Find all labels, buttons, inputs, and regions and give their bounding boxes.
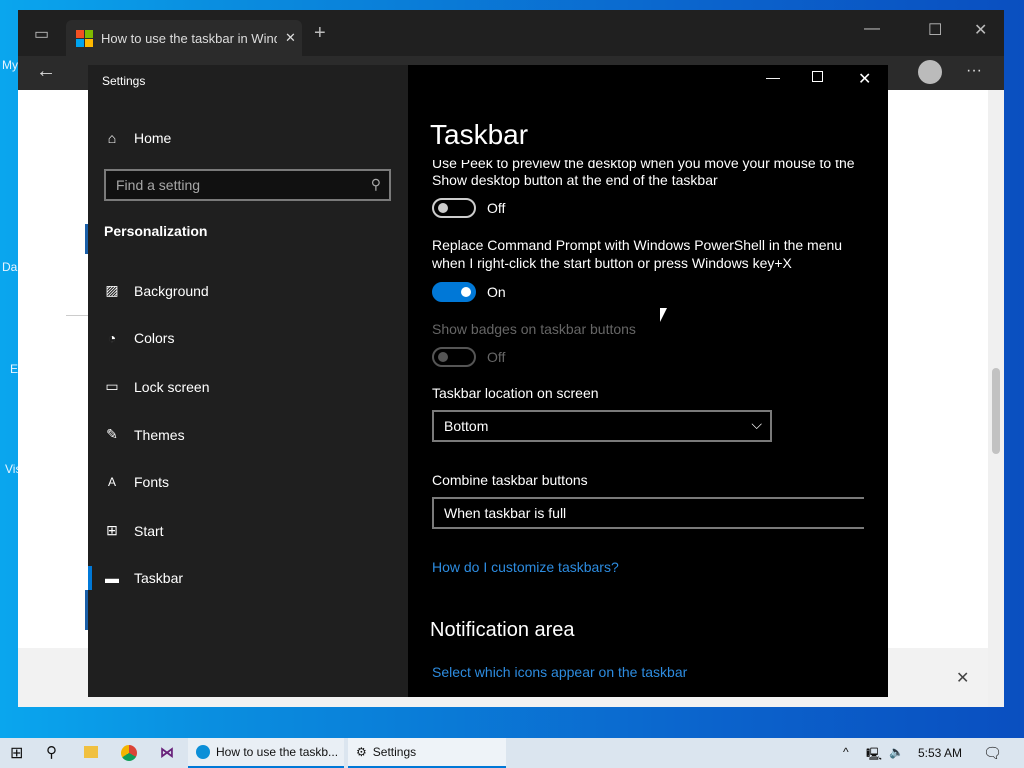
browser-tab[interactable]: How to use the taskbar in Windo ✕	[66, 20, 302, 56]
badges-toggle[interactable]	[432, 347, 476, 367]
file-explorer-icon[interactable]	[84, 746, 98, 758]
nav-fonts[interactable]: A Fonts	[104, 474, 169, 490]
maximize-icon[interactable]	[812, 71, 823, 82]
powershell-label-line2: when I right-click the start button or p…	[432, 255, 792, 271]
minimize-icon[interactable]: —	[766, 69, 780, 85]
profile-avatar[interactable]	[918, 60, 942, 84]
close-icon[interactable]: ✕	[974, 20, 987, 40]
nav-label: Colors	[134, 330, 175, 346]
peek-label-line2: Show desktop button at the end of the ta…	[432, 172, 718, 188]
location-value: Bottom	[444, 418, 489, 434]
mouse-cursor	[660, 308, 667, 322]
help-link[interactable]: How do I customize taskbars?	[432, 559, 619, 575]
back-icon[interactable]: ←	[36, 60, 56, 83]
settings-window: Settings ⌂ Home Find a setting ⚲ Persona…	[88, 65, 888, 697]
peek-state: Off	[487, 200, 506, 216]
window-title: Settings	[102, 74, 146, 88]
themes-icon: ✎	[106, 426, 118, 442]
settings-task-label: Settings	[372, 745, 417, 759]
nav-start[interactable]: ⊞ Start	[104, 522, 164, 539]
search-input[interactable]: Find a setting ⚲	[104, 169, 391, 201]
search-icon[interactable]: ⚲	[46, 743, 57, 761]
tab-actions-icon[interactable]: ▭	[34, 24, 49, 44]
home-icon: ⌂	[107, 130, 117, 146]
badges-label: Show badges on taskbar buttons	[432, 321, 636, 337]
microsoft-logo-icon	[76, 29, 93, 47]
nav-label: Themes	[134, 426, 185, 443]
nav-label: Start	[134, 522, 164, 539]
badges-state: Off	[487, 349, 506, 365]
nav-label: Taskbar	[134, 570, 184, 586]
notification-heading: Notification area	[430, 619, 575, 641]
nav-colors[interactable]: ◔ Colors	[104, 330, 175, 346]
minimize-icon[interactable]: —	[864, 20, 880, 38]
powershell-state: On	[487, 284, 506, 300]
maximize-icon[interactable]: ☐	[928, 20, 942, 40]
visual-studio-icon[interactable]: ⋈	[160, 744, 174, 761]
scrollbar-thumb[interactable]	[992, 368, 1000, 454]
new-tab-button[interactable]: +	[314, 22, 326, 45]
lock-screen-icon: ▭	[105, 378, 119, 394]
chevron-down-icon: ⌵	[751, 416, 762, 432]
edge-task-label: How to use the taskb...	[216, 745, 339, 759]
notification-icons-link[interactable]: Select which icons appear on the taskbar	[432, 664, 687, 680]
network-icon[interactable]: 🖳	[866, 745, 882, 766]
nav-taskbar[interactable]: ▬ Taskbar	[104, 570, 183, 586]
close-icon[interactable]: ✕	[858, 69, 871, 89]
powershell-toggle[interactable]	[432, 282, 476, 302]
desktop-icon-label[interactable]: My	[2, 58, 18, 72]
search-icon: ⚲	[370, 176, 381, 192]
gear-icon: ⚙	[356, 745, 367, 759]
more-button[interactable]: ···	[966, 62, 982, 80]
section-heading: Personalization	[104, 223, 208, 239]
nav-themes[interactable]: ✎ Themes	[104, 426, 185, 443]
action-center-icon[interactable]: 🗨	[983, 744, 1002, 762]
taskbar-settings-button[interactable]: ⚙ Settings	[348, 738, 506, 768]
nav-lock-screen[interactable]: ▭ Lock screen	[104, 378, 209, 395]
location-dropdown[interactable]: Bottom ⌵	[432, 410, 772, 442]
selected-indicator	[88, 566, 92, 590]
nav-home[interactable]: ⌂ Home	[104, 130, 172, 146]
powershell-label-line1: Replace Command Prompt with Windows Powe…	[432, 237, 843, 253]
edge-icon	[196, 745, 210, 759]
search-placeholder: Find a setting	[116, 177, 201, 193]
picture-icon: ▨	[105, 282, 119, 298]
nav-background[interactable]: ▨ Background	[104, 282, 209, 299]
desktop-icon-label[interactable]: Da	[2, 260, 17, 274]
desktop-icon-label[interactable]: E	[10, 362, 18, 376]
chrome-icon[interactable]	[121, 745, 137, 761]
nav-label: Background	[134, 282, 209, 299]
nav-home-label: Home	[134, 130, 172, 146]
nav-label: Fonts	[134, 474, 170, 490]
nav-label: Lock screen	[134, 378, 210, 395]
peek-label-line1: Use Peek to preview the desktop when you…	[432, 155, 855, 171]
chevron-up-icon[interactable]: ^	[843, 745, 849, 759]
combine-value: When taskbar is full	[444, 505, 567, 521]
tab-title: How to use the taskbar in Windo	[101, 30, 277, 46]
taskbar-icon: ▬	[105, 570, 119, 586]
dismiss-icon[interactable]: ✕	[956, 668, 969, 688]
page-title: Taskbar	[430, 119, 529, 150]
combine-dropdown[interactable]: When taskbar is full	[432, 497, 864, 529]
palette-icon: ◔	[107, 330, 117, 346]
location-label: Taskbar location on screen	[432, 385, 599, 401]
divider	[66, 315, 88, 316]
start-icon: ⊞	[106, 522, 118, 538]
windows-taskbar: ⊞ ⚲ ⋈ How to use the taskb... ⚙ Settings…	[0, 738, 1024, 768]
settings-nav: Settings ⌂ Home Find a setting ⚲ Persona…	[88, 65, 408, 697]
tab-bar: ▭ How to use the taskbar in Windo ✕ + — …	[18, 10, 1004, 56]
peek-toggle[interactable]	[432, 198, 476, 218]
taskbar-edge-button[interactable]: How to use the taskb...	[188, 738, 344, 768]
volume-icon[interactable]: 🔈	[889, 745, 904, 759]
fonts-icon: A	[107, 475, 116, 489]
combine-label: Combine taskbar buttons	[432, 472, 588, 488]
start-button-icon[interactable]: ⊞	[10, 743, 23, 763]
clock[interactable]: 5:53 AM	[918, 746, 962, 760]
tab-close-icon[interactable]: ✕	[285, 30, 296, 46]
